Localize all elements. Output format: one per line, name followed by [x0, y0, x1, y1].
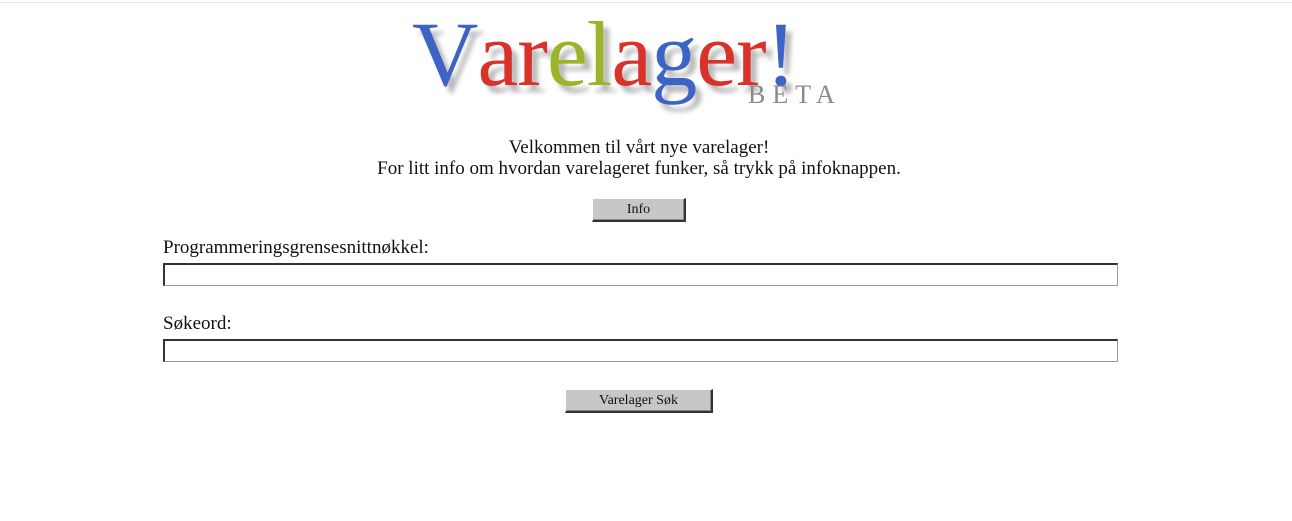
logo-letter: V [412, 3, 478, 105]
logo-wordmark: Varelager! [412, 3, 796, 105]
info-button[interactable]: Info [592, 198, 686, 222]
search-button[interactable]: Varelager Søk [565, 389, 713, 413]
logo-letter: g [651, 3, 697, 105]
logo-letter: a [477, 3, 518, 105]
logo-beta-subtitle: BETA [748, 80, 842, 109]
logo-letter: a [611, 3, 652, 105]
api-key-label: Programmeringsgrensesnittnøkkel: [163, 237, 429, 258]
welcome-line: Velkommen til vårt nye varelager! [508, 137, 770, 158]
logo-letter: e [546, 3, 588, 105]
api-key-input[interactable] [163, 263, 1118, 286]
search-term-label: Søkeord: [163, 313, 232, 334]
welcome-message: Velkommen til vårt nye varelager! For li… [0, 137, 1278, 179]
logo-letter: r [517, 3, 548, 105]
logo-letter: l [586, 3, 613, 105]
varelager-logo: Varelager! BETA [412, 4, 862, 114]
logo-letter: e [696, 3, 737, 105]
search-term-input[interactable] [163, 339, 1118, 362]
welcome-instructions: For litt info om hvordan varelageret fun… [377, 158, 901, 179]
